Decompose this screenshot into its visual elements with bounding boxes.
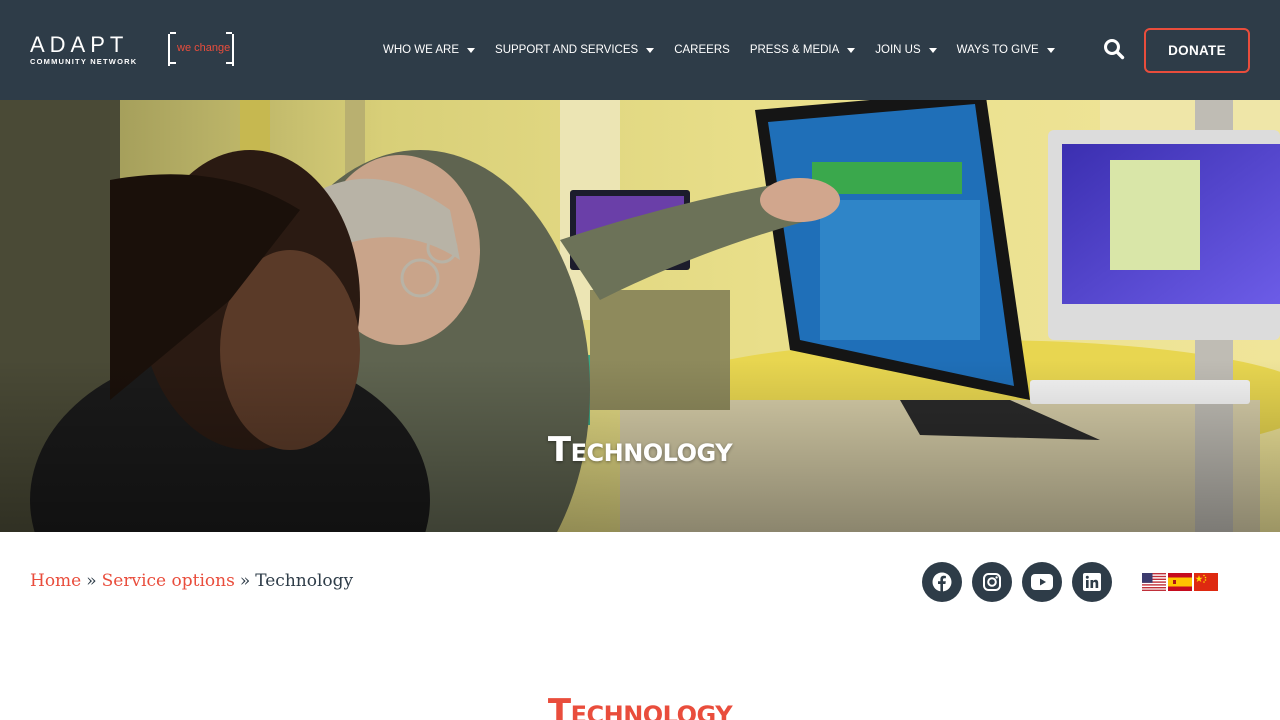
search-icon[interactable] <box>1103 38 1125 60</box>
nav-support-and-services[interactable]: SUPPORT AND SERVICES <box>495 44 655 56</box>
main-nav: WHO WE ARE SUPPORT AND SERVICES CAREERS … <box>383 42 1075 58</box>
nav-ways-to-give[interactable]: WAYS TO GIVE <box>957 44 1055 56</box>
flag-us-icon[interactable] <box>1142 573 1166 591</box>
page-title: Technology <box>547 692 733 720</box>
youtube-icon[interactable] <box>1022 562 1062 602</box>
caret-down-icon <box>928 47 937 53</box>
flag-es-icon[interactable] <box>1168 573 1192 591</box>
hero-banner: Technology <box>0 100 1280 532</box>
nav-label: CAREERS <box>674 44 730 56</box>
nav-label: SUPPORT AND SERVICES <box>495 44 639 56</box>
caret-down-icon <box>467 47 476 53</box>
adapt-logo[interactable]: ADAPT COMMUNITY NETWORK we change <box>30 32 235 67</box>
breadcrumb-separator: » <box>86 571 97 591</box>
breadcrumb-home-link[interactable]: Home <box>30 571 81 591</box>
caret-down-icon <box>646 47 655 53</box>
logo-tagline: we change <box>177 42 231 54</box>
nav-who-we-are[interactable]: WHO WE ARE <box>383 44 476 56</box>
logo-tagline-bracket: we change <box>168 32 234 66</box>
nav-careers[interactable]: CAREERS <box>674 44 730 56</box>
nav-label: JOIN US <box>875 44 921 56</box>
site-header: ADAPT COMMUNITY NETWORK we change WHO WE… <box>0 0 1280 100</box>
flag-cn-icon[interactable] <box>1194 573 1218 591</box>
breadcrumb-separator: » <box>239 571 251 591</box>
nav-label: PRESS & MEDIA <box>749 44 840 56</box>
nav-label: WHO WE ARE <box>383 44 460 56</box>
logo-subtitle: COMMUNITY NETWORK <box>30 57 138 66</box>
breadcrumb-service-options-link[interactable]: Service options <box>102 571 235 591</box>
nav-label: WAYS TO GIVE <box>956 44 1039 56</box>
logo-wordmark: ADAPT <box>30 32 129 57</box>
nav-press-media[interactable]: PRESS & MEDIA <box>749 44 856 56</box>
facebook-icon[interactable] <box>922 562 962 602</box>
donate-button[interactable]: DONATE <box>1144 28 1250 73</box>
caret-down-icon <box>1046 47 1055 53</box>
caret-down-icon <box>847 47 856 53</box>
nav-join-us[interactable]: JOIN US <box>875 44 937 56</box>
linkedin-icon[interactable] <box>1072 562 1112 602</box>
breadcrumb-current: Technology <box>255 571 354 591</box>
hero-title: Technology <box>547 430 733 470</box>
instagram-icon[interactable] <box>972 562 1012 602</box>
breadcrumb: Home» Service options» Technology <box>30 571 353 591</box>
